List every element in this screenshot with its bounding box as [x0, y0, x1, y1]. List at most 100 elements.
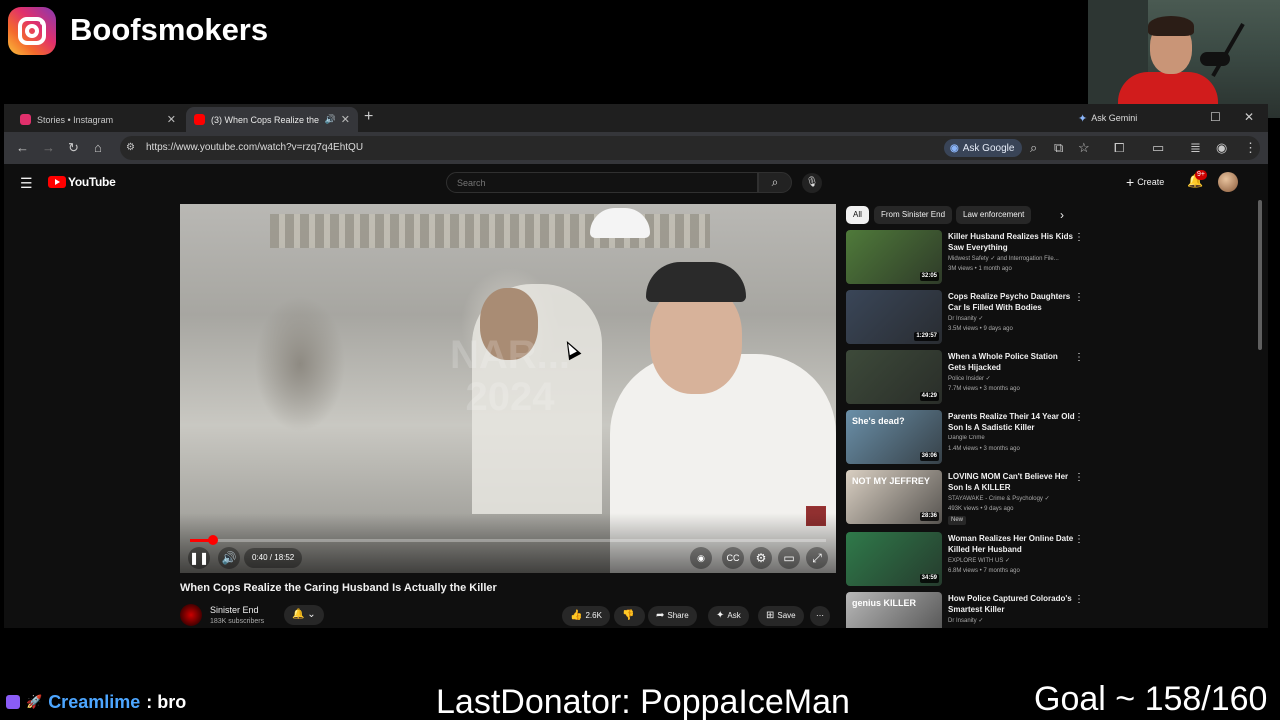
back-icon[interactable]: ←	[16, 140, 29, 156]
video-thumbnail[interactable]: genius KILLER	[846, 592, 942, 628]
like-button[interactable]: 👍 2.6K	[562, 606, 610, 626]
tab-instagram[interactable]: Stories • Instagram ✕	[12, 107, 184, 132]
url-text[interactable]: https://www.youtube.com/watch?v=rzq7q4Eh…	[146, 142, 363, 153]
hamburger-menu-icon[interactable]: ☰	[20, 175, 33, 192]
chip-all[interactable]: All	[846, 206, 869, 224]
view-meta: 3M views • 1 month ago	[948, 266, 1012, 272]
channel-avatar[interactable]	[180, 604, 202, 626]
more-options-icon[interactable]: ⋮	[1074, 232, 1084, 243]
ask-button[interactable]: ✦ Ask	[708, 606, 749, 626]
progress-bar[interactable]	[190, 535, 826, 545]
chip-law-enforcement[interactable]: Law enforcement	[956, 206, 1032, 224]
close-icon[interactable]: ✕	[341, 113, 350, 126]
subtitles-icon[interactable]: CC	[722, 547, 744, 569]
tab-label: (3) When Cops Realize the	[211, 114, 320, 125]
forward-icon[interactable]: →	[42, 140, 55, 156]
zoom-icon[interactable]: ⌕	[1030, 140, 1037, 156]
pause-icon[interactable]: ❚❚	[188, 547, 210, 569]
subscribed-bell-button[interactable]: 🔔 ⌄	[284, 605, 324, 625]
recommended-video[interactable]: 44:29 When a Whole Police Station Gets Hi…	[846, 350, 1086, 406]
page-scrollbar[interactable]	[1258, 200, 1262, 350]
search-icon[interactable]: ⌕	[758, 172, 792, 193]
video-thumbnail[interactable]: She's dead? 36:06	[846, 410, 942, 464]
video-title[interactable]: LOVING MOM Can't Believe Her Son Is A KI…	[948, 471, 1076, 493]
theater-mode-icon[interactable]: ▭	[778, 547, 800, 569]
video-title[interactable]: When a Whole Police Station Gets Hijacke…	[948, 351, 1076, 373]
ask-gemini-button[interactable]: ✦ Ask Gemini	[1078, 109, 1137, 127]
video-thumbnail[interactable]: 44:29	[846, 350, 942, 404]
volume-icon[interactable]: 🔊	[218, 547, 240, 569]
video-title[interactable]: Cops Realize Psycho Daughters Car Is Fil…	[948, 291, 1076, 313]
close-icon[interactable]: ✕	[167, 113, 176, 126]
scrubber-handle[interactable]	[207, 535, 218, 545]
fullscreen-icon[interactable]: ⤢	[806, 547, 828, 569]
instagram-banner: Boofsmokers	[0, 0, 1088, 100]
window-close-icon[interactable]: ✕	[1244, 110, 1254, 124]
video-thumbnail[interactable]: 34:59	[846, 532, 942, 586]
more-options-icon[interactable]: ⋮	[1074, 412, 1084, 423]
search-box[interactable]	[446, 172, 758, 193]
video-title[interactable]: How Police Captured Colorado's Smartest …	[948, 593, 1076, 615]
chip-from-channel[interactable]: From Sinister End	[874, 206, 953, 224]
youtube-logo-icon[interactable]	[48, 176, 66, 188]
reload-icon[interactable]: ↻	[68, 140, 79, 156]
recommended-video[interactable]: genius KILLER How Police Captured Colorad…	[846, 592, 1086, 628]
video-player[interactable]: NAR... 2024 ❚❚ 🔊 0:40 / 18:52 ◉ CC ⚙ ▭ ⤢	[180, 204, 836, 573]
bookmark-star-icon[interactable]: ☆	[1078, 140, 1090, 156]
google-lens-icon: ◉	[950, 142, 959, 154]
recommended-video[interactable]: 32:05 Killer Husband Realizes His Kids Sa…	[846, 230, 1086, 286]
speaker-icon[interactable]: 🔊	[325, 114, 336, 125]
video-title[interactable]: Woman Realizes Her Online Date Killed He…	[948, 533, 1076, 555]
autoplay-toggle-icon[interactable]: ◉	[690, 547, 712, 569]
channel-name: Dr Insanity ✓	[948, 618, 984, 624]
video-title[interactable]: Parents Realize Their 14 Year Old Son Is…	[948, 411, 1076, 433]
recommended-video[interactable]: 34:59 Woman Realizes Her Online Date Kill…	[846, 532, 1086, 588]
browser-window: Stories • Instagram ✕ (3) When Cops Real…	[4, 104, 1268, 628]
new-tab-button[interactable]: +	[364, 108, 373, 126]
channel-name[interactable]: Sinister End	[210, 605, 259, 615]
more-options-icon[interactable]: ⋮	[1074, 352, 1084, 363]
profile-icon[interactable]: ◉	[1216, 140, 1227, 156]
extensions-icon[interactable]: ⧠	[1114, 140, 1124, 156]
home-icon[interactable]: ⌂	[94, 140, 102, 156]
chat-username: Creamlime	[48, 691, 141, 712]
account-avatar[interactable]	[1218, 172, 1238, 192]
video-title[interactable]: Killer Husband Realizes His Kids Saw Eve…	[948, 231, 1076, 253]
more-options-icon[interactable]: ⋮	[1074, 594, 1084, 605]
bookmark-icon: ⊞	[766, 610, 775, 621]
maximize-icon[interactable]: ☐	[1210, 110, 1221, 124]
more-options-icon[interactable]: ⋮	[1074, 292, 1084, 303]
recommended-video[interactable]: 1:29:57 Cops Realize Psycho Daughters Car…	[846, 290, 1086, 346]
recommended-video[interactable]: NOT MY JEFFREY 28:36 LOVING MOM Can't Beli…	[846, 470, 1086, 526]
more-options-icon[interactable]: ⋮	[1074, 534, 1084, 545]
sidebar-icon[interactable]: ▭	[1152, 140, 1164, 156]
duration-badge: 32:05	[919, 272, 939, 281]
thumbnail-text: genius KILLER	[852, 598, 917, 608]
menu-kebab-icon[interactable]: ⋮	[1244, 140, 1257, 156]
video-title: When Cops Realize the Caring Husband Is …	[180, 582, 497, 594]
settings-gear-icon[interactable]: ⚙	[750, 547, 772, 569]
dislike-button[interactable]: 👎	[614, 606, 646, 626]
more-options-icon[interactable]: ⋮	[1074, 472, 1084, 483]
youtube-header: ☰ YouTube ⌕ 🎙 + Create 🔔 9+	[4, 164, 1268, 200]
notification-count-badge: 9+	[1195, 170, 1207, 180]
create-button[interactable]: + Create	[1126, 174, 1164, 190]
microphone-icon[interactable]: 🎙	[802, 173, 822, 193]
save-button[interactable]: ⊞ Save	[758, 606, 804, 626]
chat-text: : bro	[146, 691, 187, 712]
tab-youtube[interactable]: (3) When Cops Realize the 🔊 ✕	[186, 107, 358, 132]
search-input[interactable]	[447, 173, 757, 193]
video-thumbnail[interactable]: 1:29:57	[846, 290, 942, 344]
chevron-right-icon[interactable]: ›	[1060, 208, 1064, 222]
youtube-logo-text[interactable]: YouTube	[68, 175, 116, 189]
recommended-video[interactable]: She's dead? 36:06 Parents Realize Their 14…	[846, 410, 1086, 466]
site-info-icon[interactable]: ⚙	[126, 140, 135, 156]
duration-badge: 28:36	[919, 512, 939, 521]
share-button[interactable]: ➦ Share	[648, 606, 697, 626]
install-app-icon[interactable]: ⧉	[1054, 140, 1063, 156]
more-actions-icon[interactable]: ⋯	[810, 606, 830, 626]
video-thumbnail[interactable]: 32:05	[846, 230, 942, 284]
video-thumbnail[interactable]: NOT MY JEFFREY 28:36	[846, 470, 942, 524]
ask-google-button[interactable]: ◉ Ask Google	[944, 139, 1023, 157]
media-controls-icon[interactable]: ≣	[1190, 140, 1201, 156]
